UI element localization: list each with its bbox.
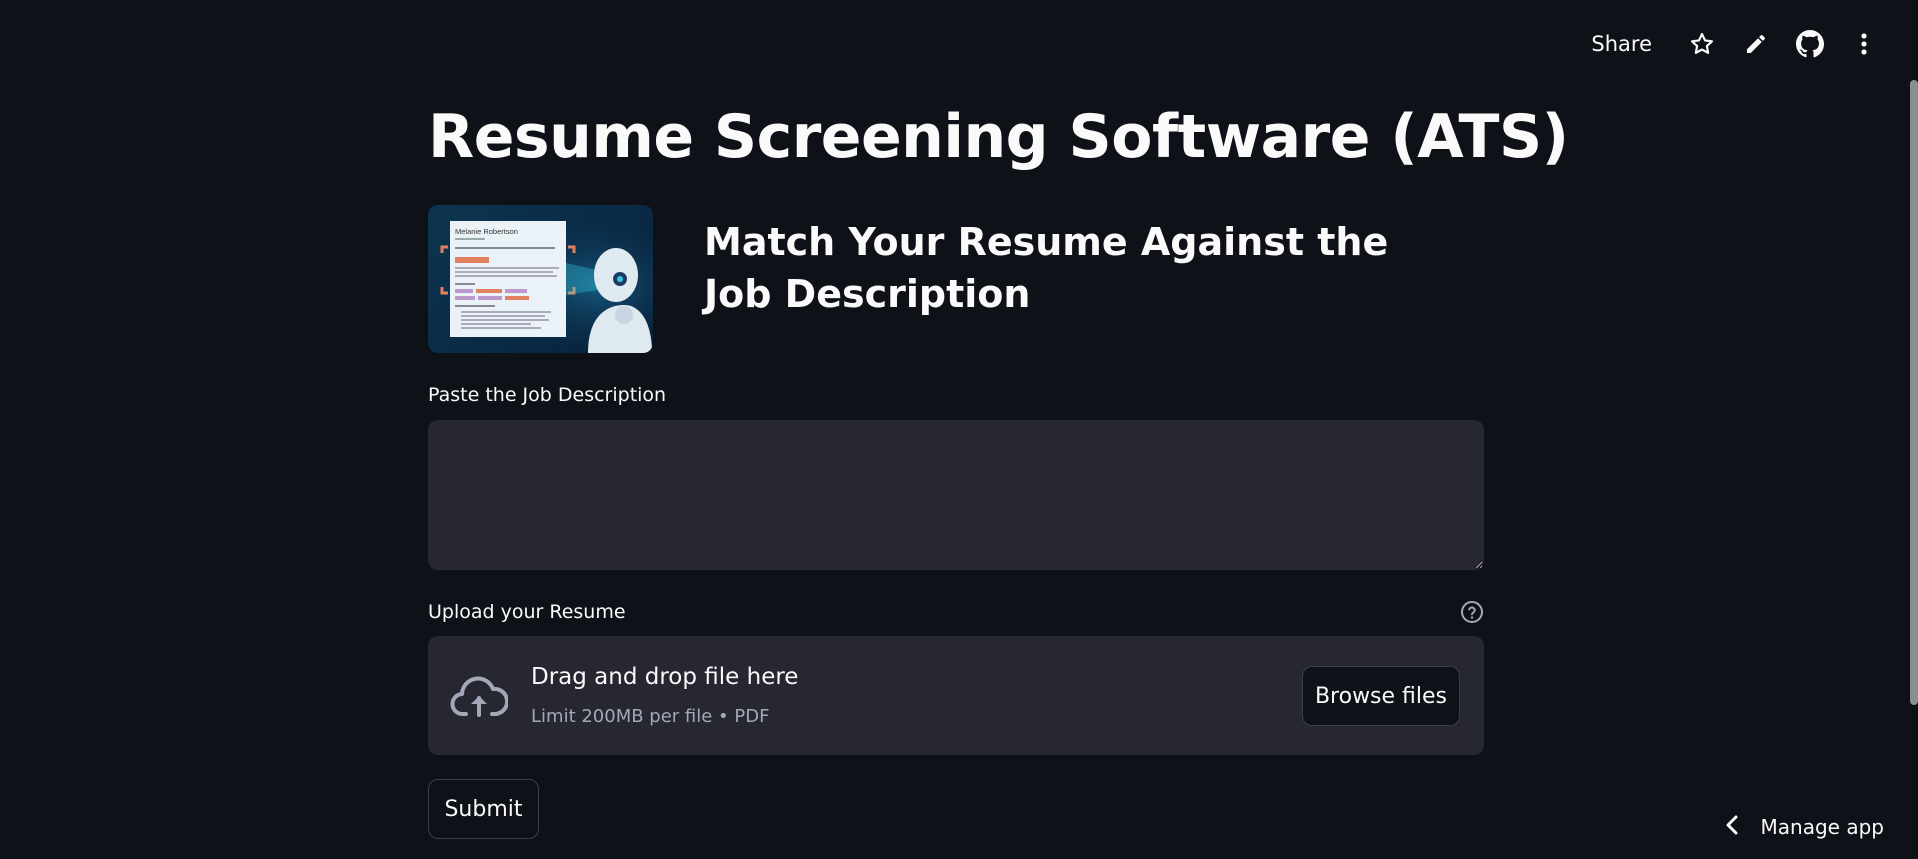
share-button[interactable]: Share (1591, 32, 1652, 56)
job-description-label: Paste the Job Description (428, 384, 667, 406)
page-title: Resume Screening Software (ATS) (428, 102, 1569, 172)
browse-files-button[interactable]: Browse files (1302, 666, 1460, 726)
manage-app-label: Manage app (1760, 815, 1884, 839)
pencil-icon[interactable] (1742, 30, 1770, 58)
kebab-menu-icon[interactable] (1850, 30, 1878, 58)
resume-name-text: Melanie Robertson (455, 227, 518, 236)
cloud-upload-icon (450, 674, 510, 718)
top-toolbar: Share (1591, 22, 1878, 66)
file-dropzone[interactable]: Drag and drop file here Limit 200MB per … (428, 636, 1484, 755)
upload-resume-label: Upload your Resume (428, 601, 626, 623)
github-icon[interactable] (1796, 30, 1824, 58)
dropzone-title: Drag and drop file here (531, 664, 799, 690)
dropzone-limit-text: Limit 200MB per file • PDF (531, 706, 770, 727)
submit-button[interactable]: Submit (428, 779, 539, 839)
page-subtitle: Match Your Resume Against the Job Descri… (704, 220, 1389, 316)
app-page: Share Resume Screening Software (ATS) Me… (0, 0, 1918, 859)
job-description-textarea[interactable] (428, 420, 1484, 570)
page-scrollbar[interactable] (1910, 80, 1918, 705)
chevron-left-icon (1725, 815, 1739, 839)
help-icon[interactable] (1460, 600, 1484, 624)
star-icon[interactable] (1688, 30, 1716, 58)
resume-robot-illustration: Melanie Robertson (428, 205, 653, 353)
manage-app-button[interactable]: Manage app (1725, 807, 1884, 847)
